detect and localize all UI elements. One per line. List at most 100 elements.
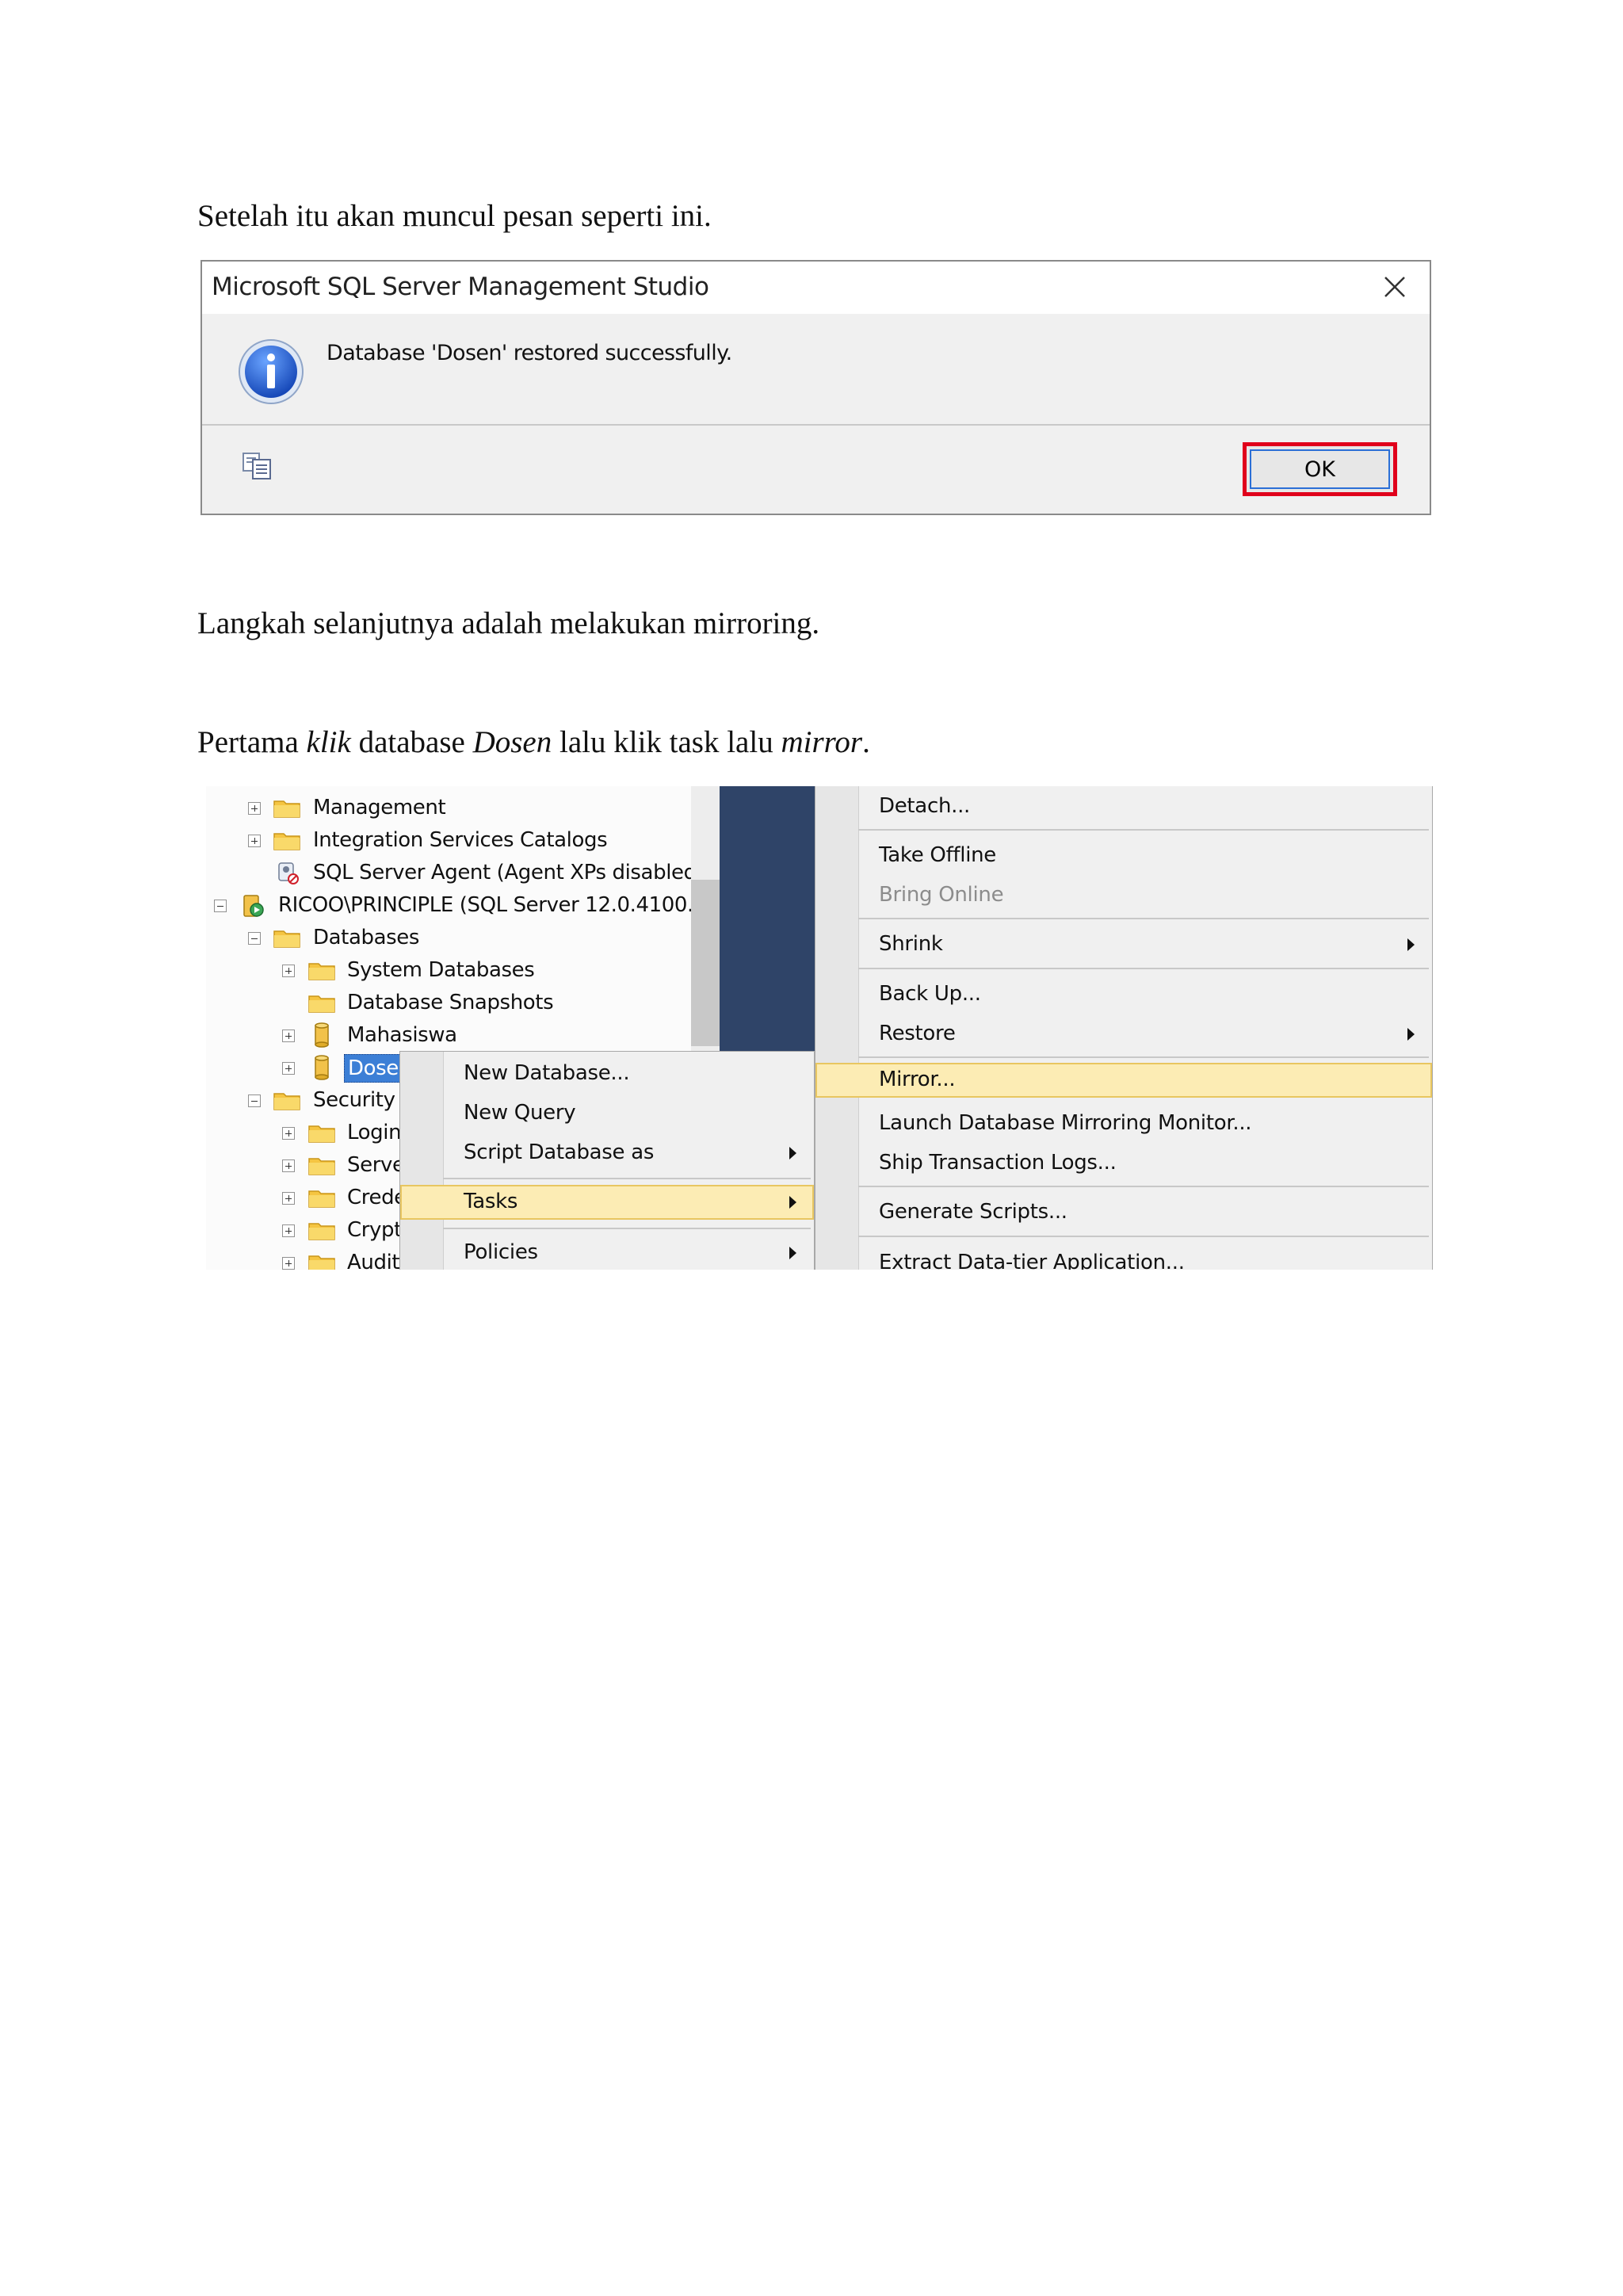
menu-separator (858, 829, 1429, 831)
menu-item-generate-scripts[interactable]: Generate Scripts... (815, 1195, 1432, 1230)
expand-toggle[interactable] (248, 835, 261, 847)
expand-toggle[interactable] (282, 1159, 295, 1172)
menu-item-mirror[interactable]: Mirror... (815, 1063, 1432, 1098)
menu-item-restore[interactable]: Restore (815, 1017, 1432, 1052)
paragraph-intro: Setelah itu akan muncul pesan seperti in… (197, 199, 712, 233)
text-italic-dosen: Dosen (472, 725, 552, 759)
tree-item-server[interactable]: RICOO\PRINCIPLE (SQL Server 12.0.4100.1 … (278, 892, 720, 919)
menu-item-label: Ship Transaction Logs... (879, 1151, 1117, 1175)
paragraph-instructions: Pertama klik database Dosen lalu klik ta… (197, 724, 870, 760)
text-segment: database (350, 725, 473, 759)
menu-separator (858, 1186, 1429, 1187)
menu-item-label: Shrink (879, 932, 943, 956)
folder-icon (308, 1125, 335, 1143)
menu-item-ship-transaction-logs[interactable]: Ship Transaction Logs... (815, 1146, 1432, 1181)
menu-item-label: Launch Database Mirroring Monitor... (879, 1111, 1252, 1135)
expand-toggle[interactable] (282, 1062, 295, 1075)
expand-toggle[interactable] (282, 1257, 295, 1270)
expand-toggle[interactable] (282, 1192, 295, 1205)
folder-icon (308, 1223, 335, 1240)
expand-toggle[interactable] (282, 1224, 295, 1237)
menu-item-label: Take Offline (879, 843, 996, 867)
menu-item-label: New Query (464, 1101, 576, 1125)
server-icon (243, 895, 264, 917)
folder-icon (273, 930, 300, 948)
tree-item-database-snapshots[interactable]: Database Snapshots (347, 989, 554, 1016)
menu-item-policies[interactable]: Policies (400, 1236, 814, 1270)
collapse-toggle[interactable] (248, 1095, 261, 1107)
expand-toggle[interactable] (282, 1127, 295, 1140)
submenu-arrow-icon (1407, 938, 1415, 951)
menu-item-label: Tasks (464, 1190, 518, 1213)
menu-separator (858, 1056, 1429, 1058)
tree-item-system-databases[interactable]: System Databases (347, 957, 535, 984)
text-segment: . (862, 725, 870, 759)
submenu-arrow-icon (789, 1247, 796, 1259)
info-icon (239, 339, 304, 404)
tasks-submenu: Detach... Take Offline Bring Online Shri… (815, 786, 1433, 1270)
menu-item-label: Restore (879, 1022, 956, 1045)
tree-item-sql-server-agent[interactable]: SQL Server Agent (Agent XPs disabled) (313, 859, 705, 886)
agent-icon (278, 862, 299, 884)
ok-button-label: OK (1304, 457, 1335, 482)
menu-separator (443, 1178, 811, 1179)
tree-item-mahasiswa[interactable]: Mahasiswa (347, 1022, 457, 1049)
menu-item-label: Script Database as (464, 1140, 655, 1164)
tree-item-security[interactable]: Security (313, 1087, 395, 1114)
folder-icon (273, 1093, 300, 1110)
text-italic-klik: klik (306, 725, 351, 759)
database-icon (315, 1022, 329, 1048)
menu-item-shrink[interactable]: Shrink (815, 927, 1432, 962)
menu-separator (443, 1228, 811, 1229)
menu-item-label: Generate Scripts... (879, 1200, 1067, 1224)
menu-separator (858, 918, 1429, 919)
expand-toggle[interactable] (248, 802, 261, 815)
copy-icon[interactable] (242, 452, 275, 480)
dialog-title: Microsoft SQL Server Management Studio (212, 273, 709, 301)
context-menu: New Database... New Query Script Databas… (399, 1051, 815, 1270)
menu-item-label: Detach... (879, 794, 971, 818)
tree-item-integration-services[interactable]: Integration Services Catalogs (313, 827, 608, 854)
text-segment: Pertama (197, 725, 307, 759)
menu-item-label: Bring Online (879, 883, 1004, 907)
expand-toggle[interactable] (282, 965, 295, 977)
expand-toggle[interactable] (282, 1030, 295, 1042)
database-icon (315, 1055, 329, 1080)
submenu-arrow-icon (1407, 1028, 1415, 1041)
menu-item-bring-online: Bring Online (815, 878, 1432, 913)
menu-item-script-database-as[interactable]: Script Database as (400, 1136, 814, 1171)
menu-item-label: Mirror... (879, 1068, 956, 1091)
tree-scrollbar-thumb[interactable] (691, 880, 720, 1046)
close-icon[interactable] (1376, 266, 1414, 308)
folder-icon (308, 1255, 335, 1270)
menu-item-launch-mirroring-monitor[interactable]: Launch Database Mirroring Monitor... (815, 1106, 1432, 1141)
dialog-message: Database 'Dosen' restored successfully. (327, 341, 732, 365)
menu-item-detach[interactable]: Detach... (815, 789, 1432, 824)
menu-item-tasks[interactable]: Tasks (400, 1185, 814, 1220)
menu-item-label: Extract Data-tier Application... (879, 1251, 1185, 1270)
menu-item-new-database[interactable]: New Database... (400, 1056, 814, 1091)
collapse-toggle[interactable] (214, 900, 227, 912)
submenu-arrow-icon (789, 1196, 796, 1209)
menu-separator (858, 968, 1429, 969)
collapse-toggle[interactable] (248, 932, 261, 945)
tree-item-databases[interactable]: Databases (313, 924, 419, 951)
ok-button[interactable]: OK (1243, 442, 1397, 496)
submenu-arrow-icon (789, 1147, 796, 1159)
folder-icon (308, 995, 335, 1013)
text-italic-mirror: mirror (781, 725, 863, 759)
menu-item-back-up[interactable]: Back Up... (815, 977, 1432, 1012)
dialog-separator (202, 424, 1430, 426)
message-dialog: Microsoft SQL Server Management Studio D… (200, 260, 1431, 515)
folder-icon (308, 963, 335, 980)
ssms-screenshot: Management Integration Services Catalogs… (206, 786, 1433, 1270)
menu-item-extract-data-tier-application[interactable]: Extract Data-tier Application... (815, 1246, 1432, 1270)
menu-item-take-offline[interactable]: Take Offline (815, 839, 1432, 873)
folder-icon (308, 1158, 335, 1175)
tree-item-management[interactable]: Management (313, 794, 446, 821)
menu-item-label: New Database... (464, 1061, 630, 1085)
menu-item-label: Policies (464, 1240, 538, 1264)
text-segment: lalu klik task lalu (552, 725, 781, 759)
menu-item-new-query[interactable]: New Query (400, 1096, 814, 1131)
dialog-title-bar: Microsoft SQL Server Management Studio (202, 262, 1430, 314)
